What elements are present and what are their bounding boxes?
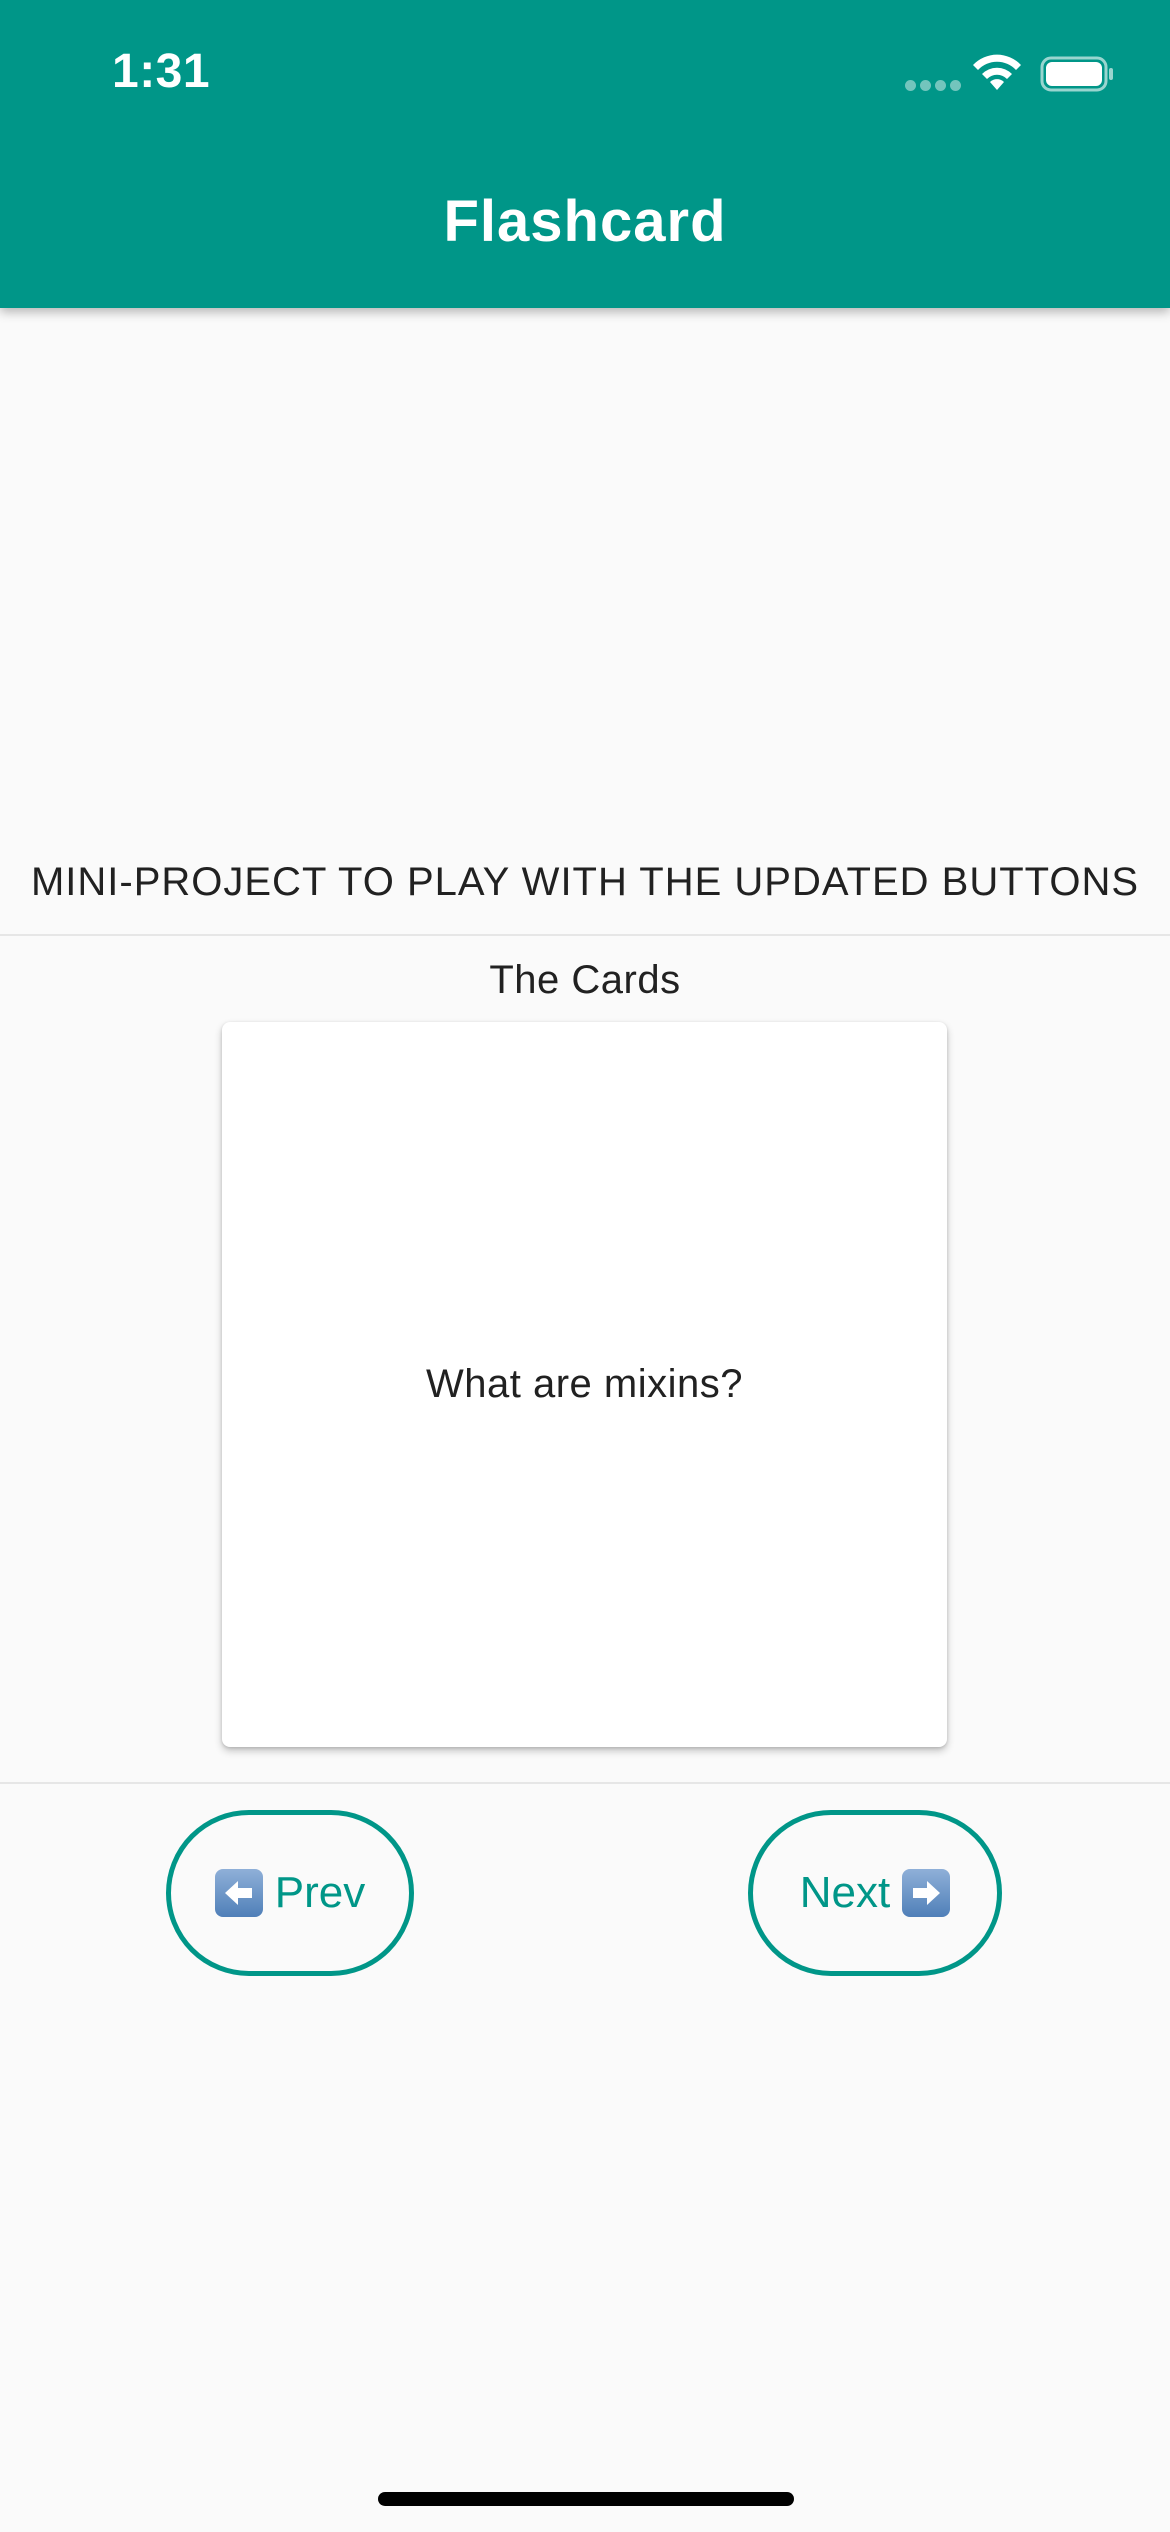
flashcard-question: What are mixins? — [426, 1362, 743, 1406]
top-divider — [0, 934, 1170, 936]
bottom-divider — [0, 1782, 1170, 1784]
next-button-label: Next — [799, 1868, 891, 1917]
page-title: Flashcard — [443, 189, 727, 254]
status-time: 1:31 — [112, 45, 211, 98]
left-arrow-icon — [214, 1869, 263, 1917]
prev-button-label: Prev — [274, 1868, 366, 1917]
cellular-signal-icon — [905, 80, 961, 92]
wifi-icon — [973, 54, 1021, 90]
right-arrow-icon — [902, 1869, 951, 1917]
battery-icon — [1040, 56, 1113, 92]
flashcard[interactable]: What are mixins? — [222, 1022, 947, 1747]
next-button[interactable]: Next — [748, 1810, 1002, 1976]
project-subtitle: MINI-PROJECT TO PLAY WITH THE UPDATED BU… — [30, 860, 1140, 904]
section-title: The Cards — [489, 958, 681, 1002]
prev-button[interactable]: Prev — [166, 1810, 414, 1976]
home-indicator[interactable] — [378, 2492, 794, 2506]
app-bar: 1:31 Flashcard — [0, 0, 1170, 308]
